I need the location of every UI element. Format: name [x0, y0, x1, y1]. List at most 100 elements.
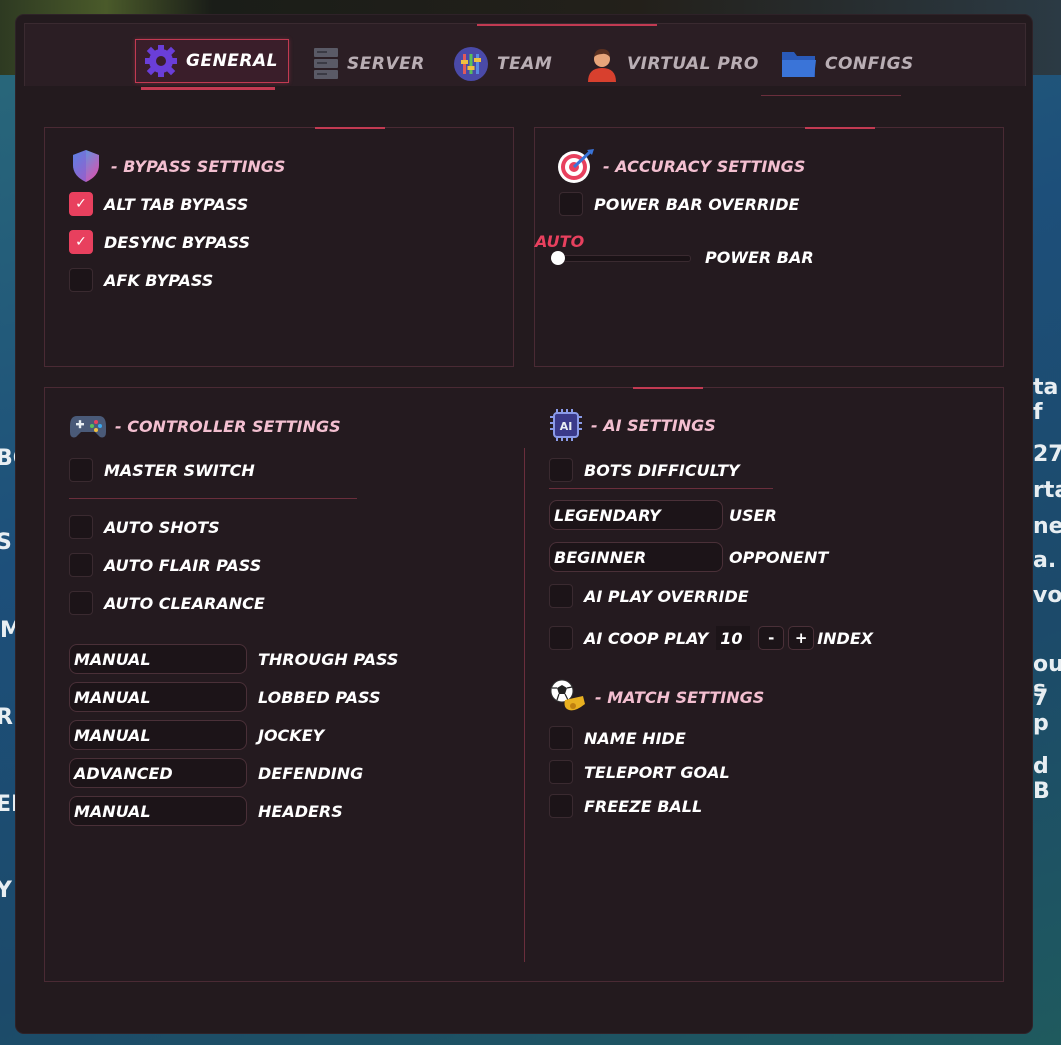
- auto-shots-row[interactable]: AUTO SHOTS: [69, 515, 220, 539]
- power-bar-value: AUTO: [535, 232, 585, 251]
- server-icon: [314, 48, 338, 79]
- opponent-difficulty-dropdown[interactable]: BEGINNER: [549, 542, 723, 572]
- tab-bar-bottom-line: [761, 95, 901, 96]
- coop-index-decrement-button[interactable]: -: [758, 626, 785, 650]
- lobbed-pass-dropdown[interactable]: MANUAL: [69, 682, 247, 712]
- headers-dropdown[interactable]: MANUAL: [69, 796, 247, 826]
- desync-bypass-row[interactable]: ✓ DESYNC BYPASS: [69, 230, 250, 254]
- folder-icon: [782, 52, 816, 77]
- alt-tab-bypass-checkbox[interactable]: ✓: [69, 192, 93, 216]
- column-divider: [524, 448, 525, 962]
- coop-index-value[interactable]: 10: [716, 626, 751, 650]
- tab-label: GENERAL: [186, 51, 278, 71]
- power-bar-label: POWER BAR: [705, 248, 814, 267]
- defending-row: ADVANCED DEFENDING: [69, 758, 363, 788]
- opponent-difficulty-row: BEGINNER OPPONENT: [549, 542, 828, 572]
- tab-virtual-pro[interactable]: VIRTUAL PRO: [585, 46, 759, 82]
- ai-coop-play-row: AI COOP PLAY 10 - + INDEX: [549, 626, 873, 650]
- name-hide-checkbox[interactable]: [549, 726, 573, 750]
- gamepad-icon: [70, 416, 106, 438]
- checkbox-label: POWER BAR OVERRIDE: [594, 194, 800, 214]
- through-pass-dropdown[interactable]: MANUAL: [69, 644, 247, 674]
- section-title-text: - CONTROLLER SETTINGS: [115, 416, 341, 436]
- coop-index-increment-button[interactable]: +: [788, 626, 815, 650]
- ai-chip-text: AI: [560, 420, 573, 433]
- controller-ai-panel: - CONTROLLER SETTINGS MASTER SWITCH AUTO…: [44, 387, 1004, 982]
- player-icon: [588, 49, 616, 82]
- accuracy-settings-panel: - ACCURACY SETTINGS POWER BAR OVERRIDE A…: [534, 127, 1004, 367]
- power-bar-slider[interactable]: [553, 255, 691, 262]
- checkbox-label: AFK BYPASS: [104, 270, 214, 290]
- afk-bypass-checkbox[interactable]: [69, 268, 93, 292]
- section-title-text: - MATCH SETTINGS: [595, 687, 765, 707]
- ai-settings-title: AI - AI SETTINGS: [549, 408, 716, 442]
- jockey-row: MANUAL JOCKEY: [69, 720, 324, 750]
- index-label: INDEX: [817, 628, 874, 648]
- ai-coop-play-checkbox[interactable]: [549, 626, 573, 650]
- tab-general[interactable]: GENERAL: [135, 39, 289, 83]
- power-bar-override-checkbox[interactable]: [559, 192, 583, 216]
- panel-accent: [633, 387, 703, 389]
- checkbox-label: MASTER SWITCH: [104, 460, 255, 480]
- dropdown-label: JOCKEY: [258, 725, 325, 745]
- afk-bypass-row[interactable]: AFK BYPASS: [69, 268, 213, 292]
- auto-clearance-row[interactable]: AUTO CLEARANCE: [69, 591, 265, 615]
- freeze-ball-checkbox[interactable]: [549, 794, 573, 818]
- bots-difficulty-row[interactable]: BOTS DIFFICULTY: [549, 458, 740, 482]
- checkbox-label: DESYNC BYPASS: [104, 232, 251, 252]
- bots-difficulty-checkbox[interactable]: [549, 458, 573, 482]
- checkbox-label: AI PLAY OVERRIDE: [584, 586, 749, 606]
- controller-divider: [69, 498, 357, 499]
- checkbox-label: BOTS DIFFICULTY: [584, 460, 740, 480]
- checkbox-label: TELEPORT GOAL: [584, 762, 730, 782]
- panel-accent: [805, 127, 875, 129]
- user-difficulty-dropdown[interactable]: LEGENDARY: [549, 500, 723, 530]
- gear-icon: [145, 45, 177, 77]
- match-settings-title: - MATCH SETTINGS: [549, 678, 764, 716]
- active-tab-underline: [141, 87, 275, 90]
- defending-dropdown[interactable]: ADVANCED: [69, 758, 247, 788]
- name-hide-row[interactable]: NAME HIDE: [549, 726, 686, 750]
- auto-shots-checkbox[interactable]: [69, 515, 93, 539]
- tab-bar: GENERAL SERVER TEAM VIRTUAL PRO CONFIGS: [24, 23, 1026, 96]
- section-title-text: - BYPASS SETTINGS: [111, 156, 286, 176]
- auto-clearance-checkbox[interactable]: [69, 591, 93, 615]
- team-icon: [454, 47, 488, 81]
- panel-accent: [315, 127, 385, 129]
- ai-chip-icon: AI: [550, 409, 582, 441]
- checkbox-label: NAME HIDE: [584, 728, 686, 748]
- cheat-menu-window: GENERAL SERVER TEAM VIRTUAL PRO CONFIGS …: [16, 15, 1032, 1033]
- dropdown-label: LOBBED PASS: [258, 687, 381, 707]
- checkbox-label: AUTO FLAIR PASS: [104, 555, 262, 575]
- checkbox-label: AUTO SHOTS: [104, 517, 220, 537]
- teleport-goal-checkbox[interactable]: [549, 760, 573, 784]
- master-switch-checkbox[interactable]: [69, 458, 93, 482]
- bypass-settings-panel: - BYPASS SETTINGS ✓ ALT TAB BYPASS ✓ DES…: [44, 127, 514, 367]
- headers-row: MANUAL HEADERS: [69, 796, 343, 826]
- tab-team[interactable]: TEAM: [453, 46, 552, 82]
- tab-label: CONFIGS: [825, 54, 914, 74]
- desync-bypass-checkbox[interactable]: ✓: [69, 230, 93, 254]
- checkbox-label: AI COOP PLAY: [584, 628, 709, 648]
- dropdown-label: THROUGH PASS: [258, 649, 399, 669]
- jockey-dropdown[interactable]: MANUAL: [69, 720, 247, 750]
- ai-play-override-checkbox[interactable]: [549, 584, 573, 608]
- auto-flair-pass-checkbox[interactable]: [69, 553, 93, 577]
- tab-label: SERVER: [347, 54, 425, 74]
- auto-flair-pass-row[interactable]: AUTO FLAIR PASS: [69, 553, 261, 577]
- tab-bar-accent: [477, 24, 657, 26]
- tab-configs[interactable]: CONFIGS: [781, 46, 914, 82]
- bypass-settings-title: - BYPASS SETTINGS: [69, 148, 285, 184]
- checkbox-label: FREEZE BALL: [584, 796, 703, 816]
- ai-play-override-row[interactable]: AI PLAY OVERRIDE: [549, 584, 749, 608]
- master-switch-row[interactable]: MASTER SWITCH: [69, 458, 255, 482]
- power-bar-override-row[interactable]: POWER BAR OVERRIDE: [559, 192, 799, 216]
- teleport-goal-row[interactable]: TELEPORT GOAL: [549, 760, 730, 784]
- alt-tab-bypass-row[interactable]: ✓ ALT TAB BYPASS: [69, 192, 248, 216]
- checkbox-label: ALT TAB BYPASS: [104, 194, 249, 214]
- tab-label: VIRTUAL PRO: [627, 54, 759, 74]
- power-bar-slider-handle[interactable]: [551, 251, 565, 265]
- tab-server[interactable]: SERVER: [313, 46, 425, 82]
- freeze-ball-row[interactable]: FREEZE BALL: [549, 794, 702, 818]
- dropdown-label: HEADERS: [258, 801, 343, 821]
